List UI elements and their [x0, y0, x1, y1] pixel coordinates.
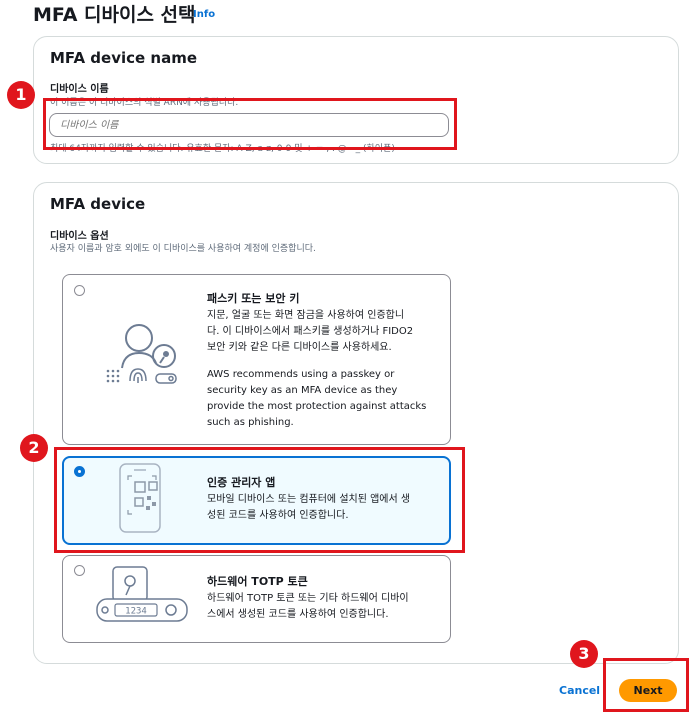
device-options-description: 사용자 이름과 암호 외에도 이 디바이스를 사용하여 계정에 인증합니다. — [50, 244, 316, 254]
option-note-passkey: AWS recommends using a passkey or securi… — [207, 369, 427, 428]
annotation-badge-3: 3 — [570, 640, 598, 668]
cancel-button[interactable]: Cancel — [559, 684, 600, 697]
passkey-icon — [106, 324, 177, 384]
device-name-label: 디바이스 이름 — [50, 84, 109, 95]
device-options-label: 디바이스 옵션 — [50, 231, 109, 242]
next-button[interactable]: Next — [619, 679, 677, 702]
annotation-badge-2: 2 — [20, 434, 48, 462]
annotation-badge-1: 1 — [7, 81, 35, 109]
token-display-text: 1234 — [125, 607, 147, 617]
option-desc-passkey: 지문, 얼굴 또는 화면 잠금을 사용하여 인증합니 다. 이 디바이스에서 패… — [207, 310, 414, 353]
info-link[interactable]: Info — [193, 9, 215, 20]
highlight-box-authenticator-app — [54, 447, 465, 553]
option-desc-hardware-token: 하드웨어 TOTP 토큰 또는 기타 하드웨어 디바이 스에서 생성된 코드를 … — [207, 593, 409, 620]
radio-hardware-token[interactable] — [74, 565, 85, 576]
option-title-hardware-token: 하드웨어 TOTP 토큰 — [207, 575, 308, 588]
radio-passkey[interactable] — [74, 285, 85, 296]
option-title-passkey: 패스키 또는 보안 키 — [207, 292, 300, 305]
page-title: MFA 디바이스 선택 — [33, 4, 196, 26]
mfa-device-section-title: MFA device — [50, 195, 146, 213]
highlight-box-device-name — [43, 98, 457, 150]
device-name-section-title: MFA device name — [50, 49, 198, 67]
hardware-token-icon: 1234 — [96, 566, 188, 622]
